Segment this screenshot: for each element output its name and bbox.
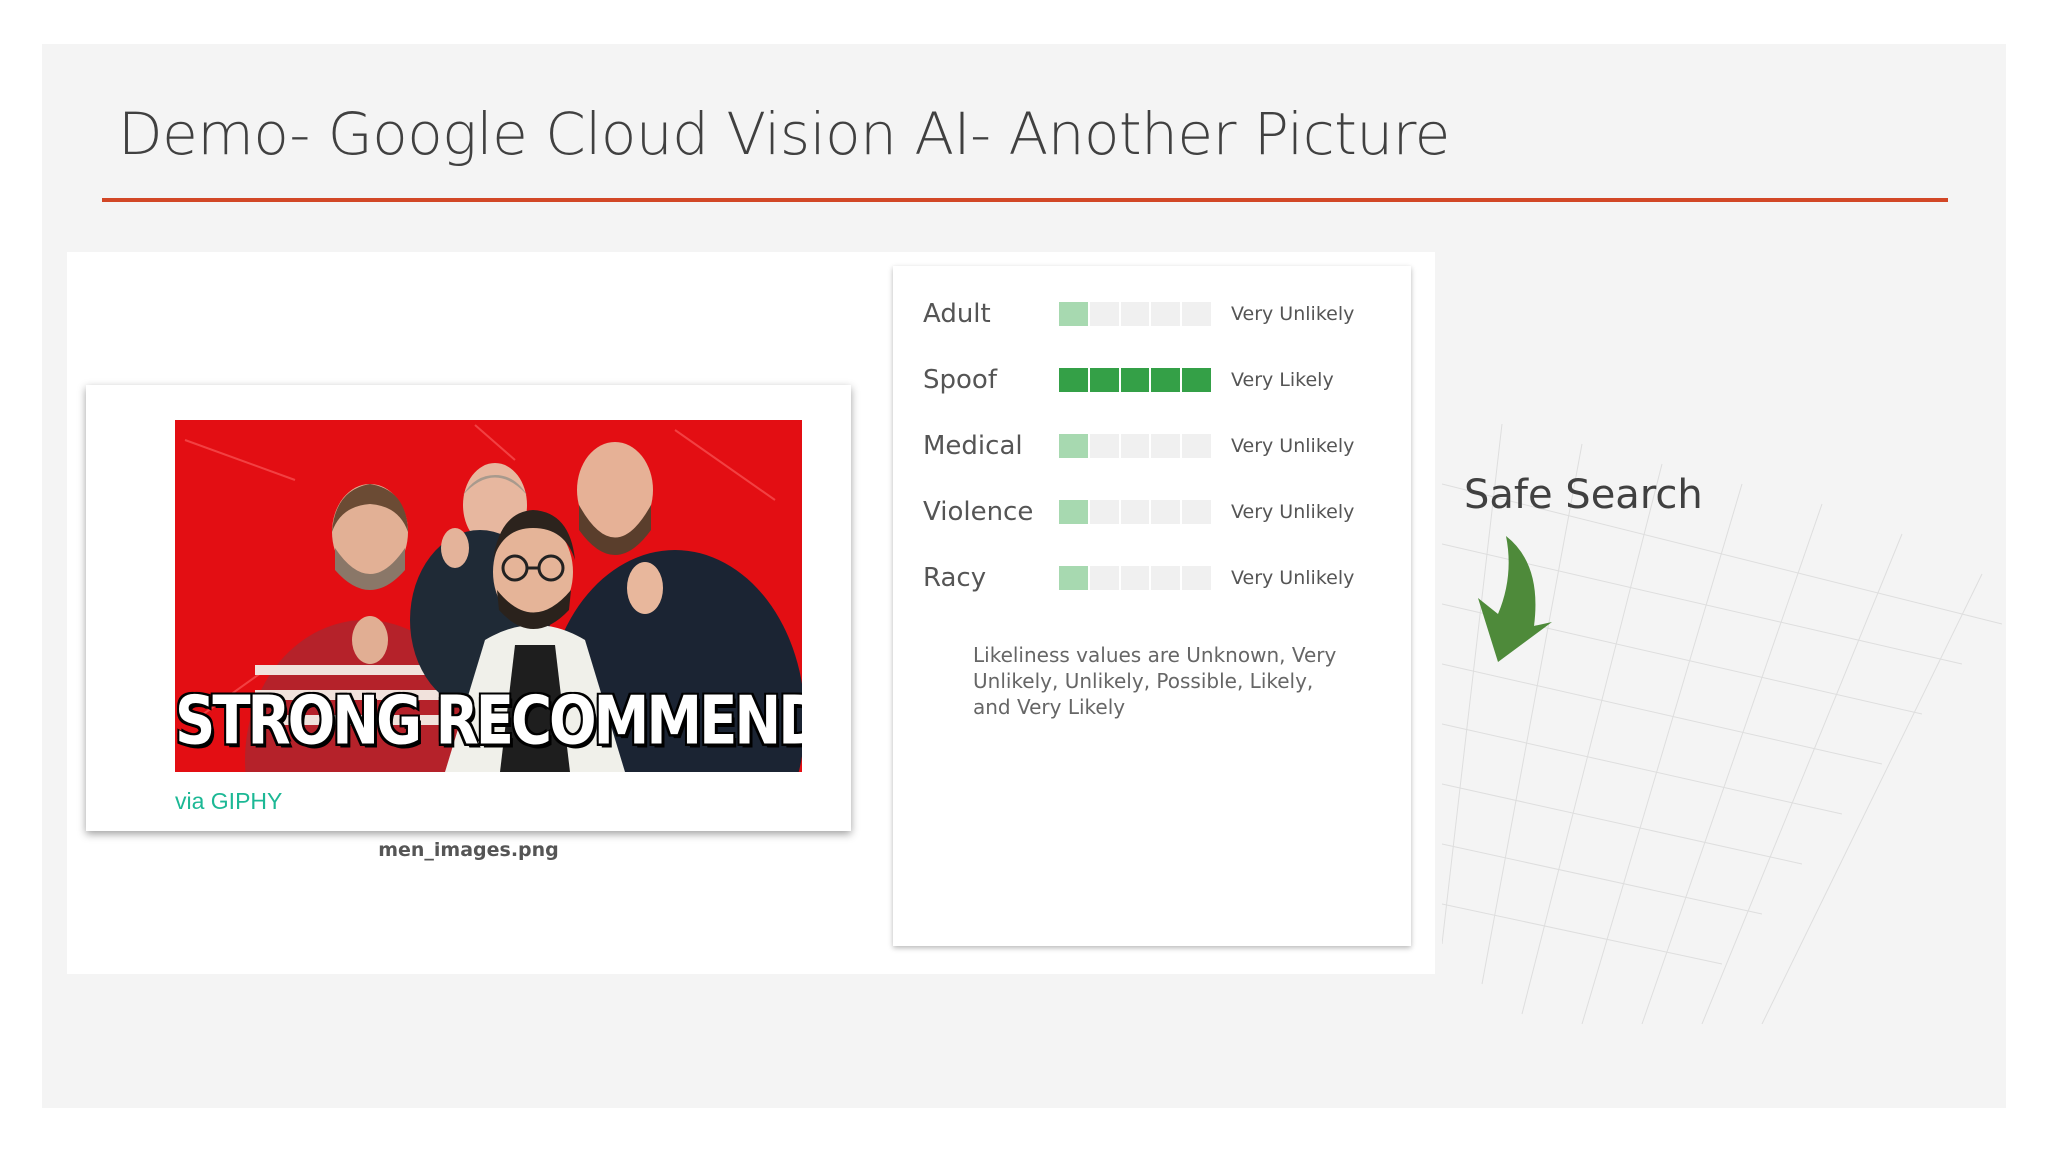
- likelihood-meter: [1059, 368, 1211, 392]
- image-card: STRONG RECOMMEND! via GIPHY: [86, 385, 851, 831]
- meter-segment: [1182, 500, 1211, 524]
- gif-caption-text: STRONG RECOMMEND!: [175, 682, 802, 761]
- meter-segment: [1089, 500, 1119, 524]
- meter-segment: [1151, 434, 1181, 458]
- likelihood-value: Very Unlikely: [1231, 567, 1355, 589]
- meter-segment: [1089, 302, 1119, 326]
- meter-segment: [1059, 302, 1088, 326]
- title-divider: [102, 198, 1948, 202]
- safe-search-results-card: Adult Very Unlikely Spoof Very Likely Medica…: [893, 266, 1411, 946]
- category-label: Violence: [923, 497, 1034, 527]
- likelihood-value: Very Unlikely: [1231, 435, 1355, 457]
- safe-search-annotation-label: Safe Search: [1464, 472, 1703, 518]
- meter-segment: [1151, 500, 1181, 524]
- category-label: Adult: [923, 299, 991, 329]
- gif-image: STRONG RECOMMEND!: [175, 420, 802, 772]
- likelihood-value: Very Likely: [1231, 369, 1334, 391]
- meter-segment: [1151, 368, 1181, 392]
- meter-segment: [1120, 368, 1150, 392]
- meter-segment: [1059, 500, 1088, 524]
- category-label: Racy: [923, 563, 987, 593]
- category-row-spoof: Spoof Very Likely: [923, 360, 1393, 400]
- meter-segment: [1120, 500, 1150, 524]
- meter-segment: [1059, 368, 1088, 392]
- meter-segment: [1120, 302, 1150, 326]
- category-row-medical: Medical Very Unlikely: [923, 426, 1393, 466]
- category-row-racy: Racy Very Unlikely: [923, 558, 1393, 598]
- likeliness-note: Likeliness values are Unknown, Very Unli…: [973, 643, 1337, 719]
- likelihood-value: Very Unlikely: [1231, 501, 1355, 523]
- slide-title: Demo- Google Cloud Vision AI- Another Pi…: [118, 100, 1450, 168]
- meter-segment: [1151, 566, 1181, 590]
- meter-segment: [1089, 434, 1119, 458]
- meter-segment: [1182, 302, 1211, 326]
- category-label: Medical: [923, 431, 1023, 461]
- meter-segment: [1059, 434, 1088, 458]
- meter-segment: [1182, 566, 1211, 590]
- meter-segment: [1182, 434, 1211, 458]
- likelihood-meter: [1059, 566, 1211, 590]
- meter-segment: [1120, 566, 1150, 590]
- meter-segment: [1120, 434, 1150, 458]
- category-row-violence: Violence Very Unlikely: [923, 492, 1393, 532]
- file-name-label: men_images.png: [378, 839, 559, 861]
- likelihood-value: Very Unlikely: [1231, 303, 1355, 325]
- likelihood-meter: [1059, 302, 1211, 326]
- curved-down-arrow-icon: [1478, 536, 1552, 662]
- meter-segment: [1151, 302, 1181, 326]
- meter-segment: [1059, 566, 1088, 590]
- slide: Demo- Google Cloud Vision AI- Another Pi…: [42, 44, 2006, 1108]
- meter-segment: [1182, 368, 1211, 392]
- likelihood-meter: [1059, 500, 1211, 524]
- meter-segment: [1089, 566, 1119, 590]
- giphy-credit[interactable]: via GIPHY: [175, 788, 282, 815]
- category-label: Spoof: [923, 365, 997, 395]
- content-panel: STRONG RECOMMEND! via GIPHY men_images.p…: [67, 252, 1435, 974]
- category-row-adult: Adult Very Unlikely: [923, 294, 1393, 334]
- meter-segment: [1089, 368, 1119, 392]
- likelihood-meter: [1059, 434, 1211, 458]
